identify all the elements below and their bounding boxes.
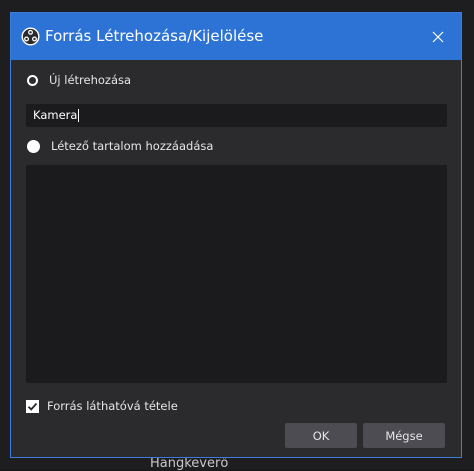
add-existing-option[interactable]: Létező tartalom hozzáadása xyxy=(27,136,213,156)
close-icon xyxy=(432,31,444,42)
make-visible-label: Forrás láthatóvá tétele xyxy=(47,399,178,413)
add-existing-radio[interactable] xyxy=(27,139,40,153)
create-new-label: Új létrehozása xyxy=(49,73,132,87)
make-visible-checkbox[interactable] xyxy=(26,399,39,413)
dialog-titlebar: Forrás Létrehozása/Kijelölése xyxy=(11,13,461,60)
source-name-value: Kamera xyxy=(33,108,78,122)
source-dialog: Forrás Létrehozása/Kijelölése Új létreho… xyxy=(10,12,462,458)
add-existing-label: Létező tartalom hozzáadása xyxy=(51,139,214,153)
create-new-option[interactable]: Új létrehozása xyxy=(27,70,131,90)
close-button[interactable] xyxy=(415,13,461,60)
obs-logo-icon xyxy=(21,27,40,46)
source-name-input[interactable]: Kamera xyxy=(26,104,447,127)
make-visible-option[interactable]: Forrás láthatóvá tétele xyxy=(26,397,178,415)
checkmark-icon xyxy=(27,402,38,411)
create-new-radio[interactable] xyxy=(27,74,38,86)
dialog-title: Forrás Létrehozása/Kijelölése xyxy=(45,27,264,45)
cancel-button[interactable]: Mégse xyxy=(363,423,445,448)
text-caret xyxy=(78,109,80,122)
existing-sources-list[interactable] xyxy=(26,165,447,383)
ok-button[interactable]: OK xyxy=(285,423,357,448)
